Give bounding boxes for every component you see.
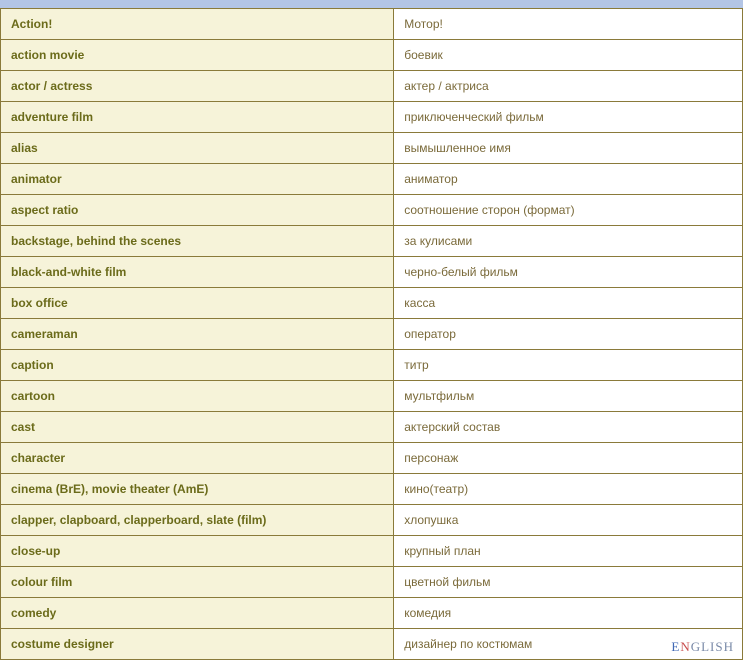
russian-translation: соотношение сторон (формат) xyxy=(394,195,743,226)
english-term: cartoon xyxy=(1,381,394,412)
english-term: black-and-white film xyxy=(1,257,394,288)
table-row: box officeкасса xyxy=(1,288,743,319)
russian-translation: приключенческий фильм xyxy=(394,102,743,133)
russian-translation: крупный план xyxy=(394,536,743,567)
table-row: clapper, clapboard, clapperboard, slate … xyxy=(1,505,743,536)
english-term: aspect ratio xyxy=(1,195,394,226)
english-term: backstage, behind the scenes xyxy=(1,226,394,257)
english-term: cameraman xyxy=(1,319,394,350)
english-term: adventure film xyxy=(1,102,394,133)
table-row: adventure filmприключенческий фильм xyxy=(1,102,743,133)
english-term: action movie xyxy=(1,40,394,71)
russian-translation: боевик xyxy=(394,40,743,71)
table-row: aliasвымышленное имя xyxy=(1,133,743,164)
english-term: clapper, clapboard, clapperboard, slate … xyxy=(1,505,394,536)
table-row: characterперсонаж xyxy=(1,443,743,474)
table-row: Action!Мотор! xyxy=(1,9,743,40)
table-row: action movieбоевик xyxy=(1,40,743,71)
english-term: Action! xyxy=(1,9,394,40)
english-term: alias xyxy=(1,133,394,164)
table-row: cartoonмультфильм xyxy=(1,381,743,412)
table-row: close-upкрупный план xyxy=(1,536,743,567)
english-term: cinema (BrE), movie theater (AmE) xyxy=(1,474,394,505)
english-term: cast xyxy=(1,412,394,443)
english-term: costume designer xyxy=(1,629,394,660)
english-term: colour film xyxy=(1,567,394,598)
russian-translation: актер / актриса xyxy=(394,71,743,102)
table-row: backstage, behind the scenesза кулисами xyxy=(1,226,743,257)
russian-translation: черно-белый фильм xyxy=(394,257,743,288)
english-term: box office xyxy=(1,288,394,319)
russian-translation: дизайнер по костюмамENGLISH xyxy=(394,629,743,660)
top-bar xyxy=(0,0,743,8)
russian-translation: персонаж xyxy=(394,443,743,474)
english-term: actor / actress xyxy=(1,71,394,102)
russian-translation: аниматор xyxy=(394,164,743,195)
table-row: cinema (BrE), movie theater (AmE)кино(те… xyxy=(1,474,743,505)
russian-translation: за кулисами xyxy=(394,226,743,257)
table-row: animatorаниматор xyxy=(1,164,743,195)
table-row: costume designerдизайнер по костюмамENGL… xyxy=(1,629,743,660)
russian-translation: Мотор! xyxy=(394,9,743,40)
russian-translation: оператор xyxy=(394,319,743,350)
russian-translation: титр xyxy=(394,350,743,381)
table-row: captionтитр xyxy=(1,350,743,381)
table-row: castактерский состав xyxy=(1,412,743,443)
russian-translation: актерский состав xyxy=(394,412,743,443)
russian-translation: комедия xyxy=(394,598,743,629)
russian-translation: касса xyxy=(394,288,743,319)
english-term: close-up xyxy=(1,536,394,567)
english-term: animator xyxy=(1,164,394,195)
russian-translation: кино(театр) xyxy=(394,474,743,505)
russian-translation: вымышленное имя xyxy=(394,133,743,164)
table-row: colour filmцветной фильм xyxy=(1,567,743,598)
english-term: caption xyxy=(1,350,394,381)
table-row: comedyкомедия xyxy=(1,598,743,629)
watermark-logo: ENGLISH xyxy=(671,639,734,655)
table-row: black-and-white filmчерно-белый фильм xyxy=(1,257,743,288)
english-term: character xyxy=(1,443,394,474)
russian-translation: хлопушка xyxy=(394,505,743,536)
table-row: actor / actressактер / актриса xyxy=(1,71,743,102)
table-row: aspect ratioсоотношение сторон (формат) xyxy=(1,195,743,226)
russian-translation: мультфильм xyxy=(394,381,743,412)
english-term: comedy xyxy=(1,598,394,629)
russian-translation: цветной фильм xyxy=(394,567,743,598)
vocabulary-table: Action!Мотор!action movieбоевикactor / a… xyxy=(0,8,743,660)
table-row: cameramanоператор xyxy=(1,319,743,350)
